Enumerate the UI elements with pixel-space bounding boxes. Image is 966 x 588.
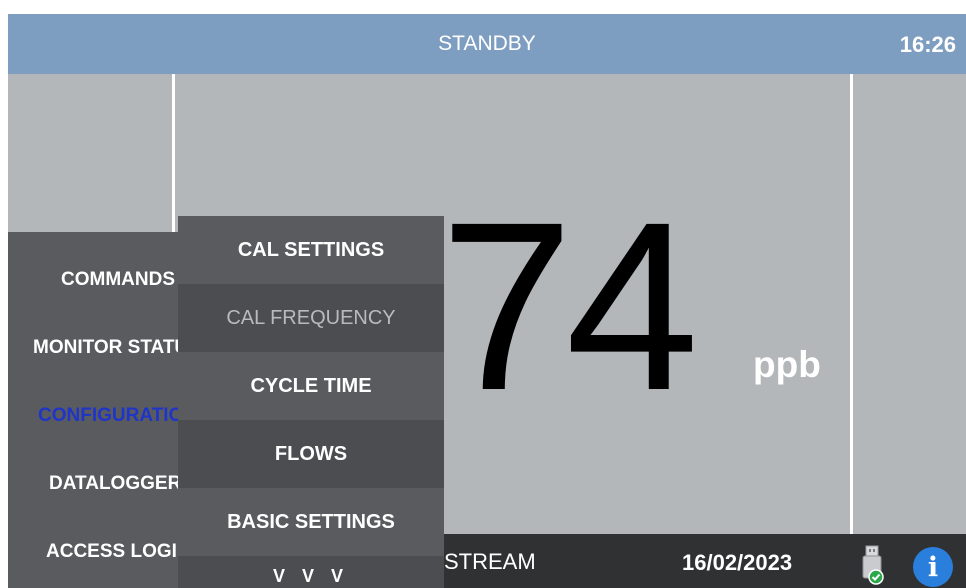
main-menu: COMMANDS MONITOR STATUS CONFIGURATION DA…	[8, 232, 201, 588]
instrument-screen: STANDBY 16:26 74 ppb STREAM 16/02/2023 i…	[8, 14, 966, 588]
usb-drive-icon[interactable]	[860, 544, 884, 588]
status-title: STANDBY	[438, 32, 536, 55]
submenu-basic-settings[interactable]: BASIC SETTINGS	[178, 488, 444, 556]
info-icon: i	[927, 552, 939, 583]
stream-label[interactable]: STREAM	[444, 534, 536, 588]
submenu-flows[interactable]: FLOWS	[178, 420, 444, 488]
menu-item-monitor-status[interactable]: MONITOR STATUS	[8, 314, 203, 382]
status-header: STANDBY 16:26	[8, 14, 966, 74]
measurement-unit: ppb	[753, 344, 821, 385]
scroll-down-more[interactable]: V V V	[178, 556, 444, 588]
configuration-submenu: CAL SETTINGS CAL FREQUENCY CYCLE TIME FL…	[178, 216, 444, 588]
date-display: 16/02/2023	[682, 550, 793, 575]
right-divider	[850, 74, 853, 534]
clock: 16:26	[899, 32, 956, 57]
submenu-cycle-time[interactable]: CYCLE TIME	[178, 352, 444, 420]
submenu-cal-settings[interactable]: CAL SETTINGS	[178, 216, 444, 284]
submenu-cal-frequency[interactable]: CAL FREQUENCY	[178, 284, 444, 352]
measurement-value: 74	[440, 172, 699, 440]
info-button[interactable]: i	[913, 547, 953, 587]
